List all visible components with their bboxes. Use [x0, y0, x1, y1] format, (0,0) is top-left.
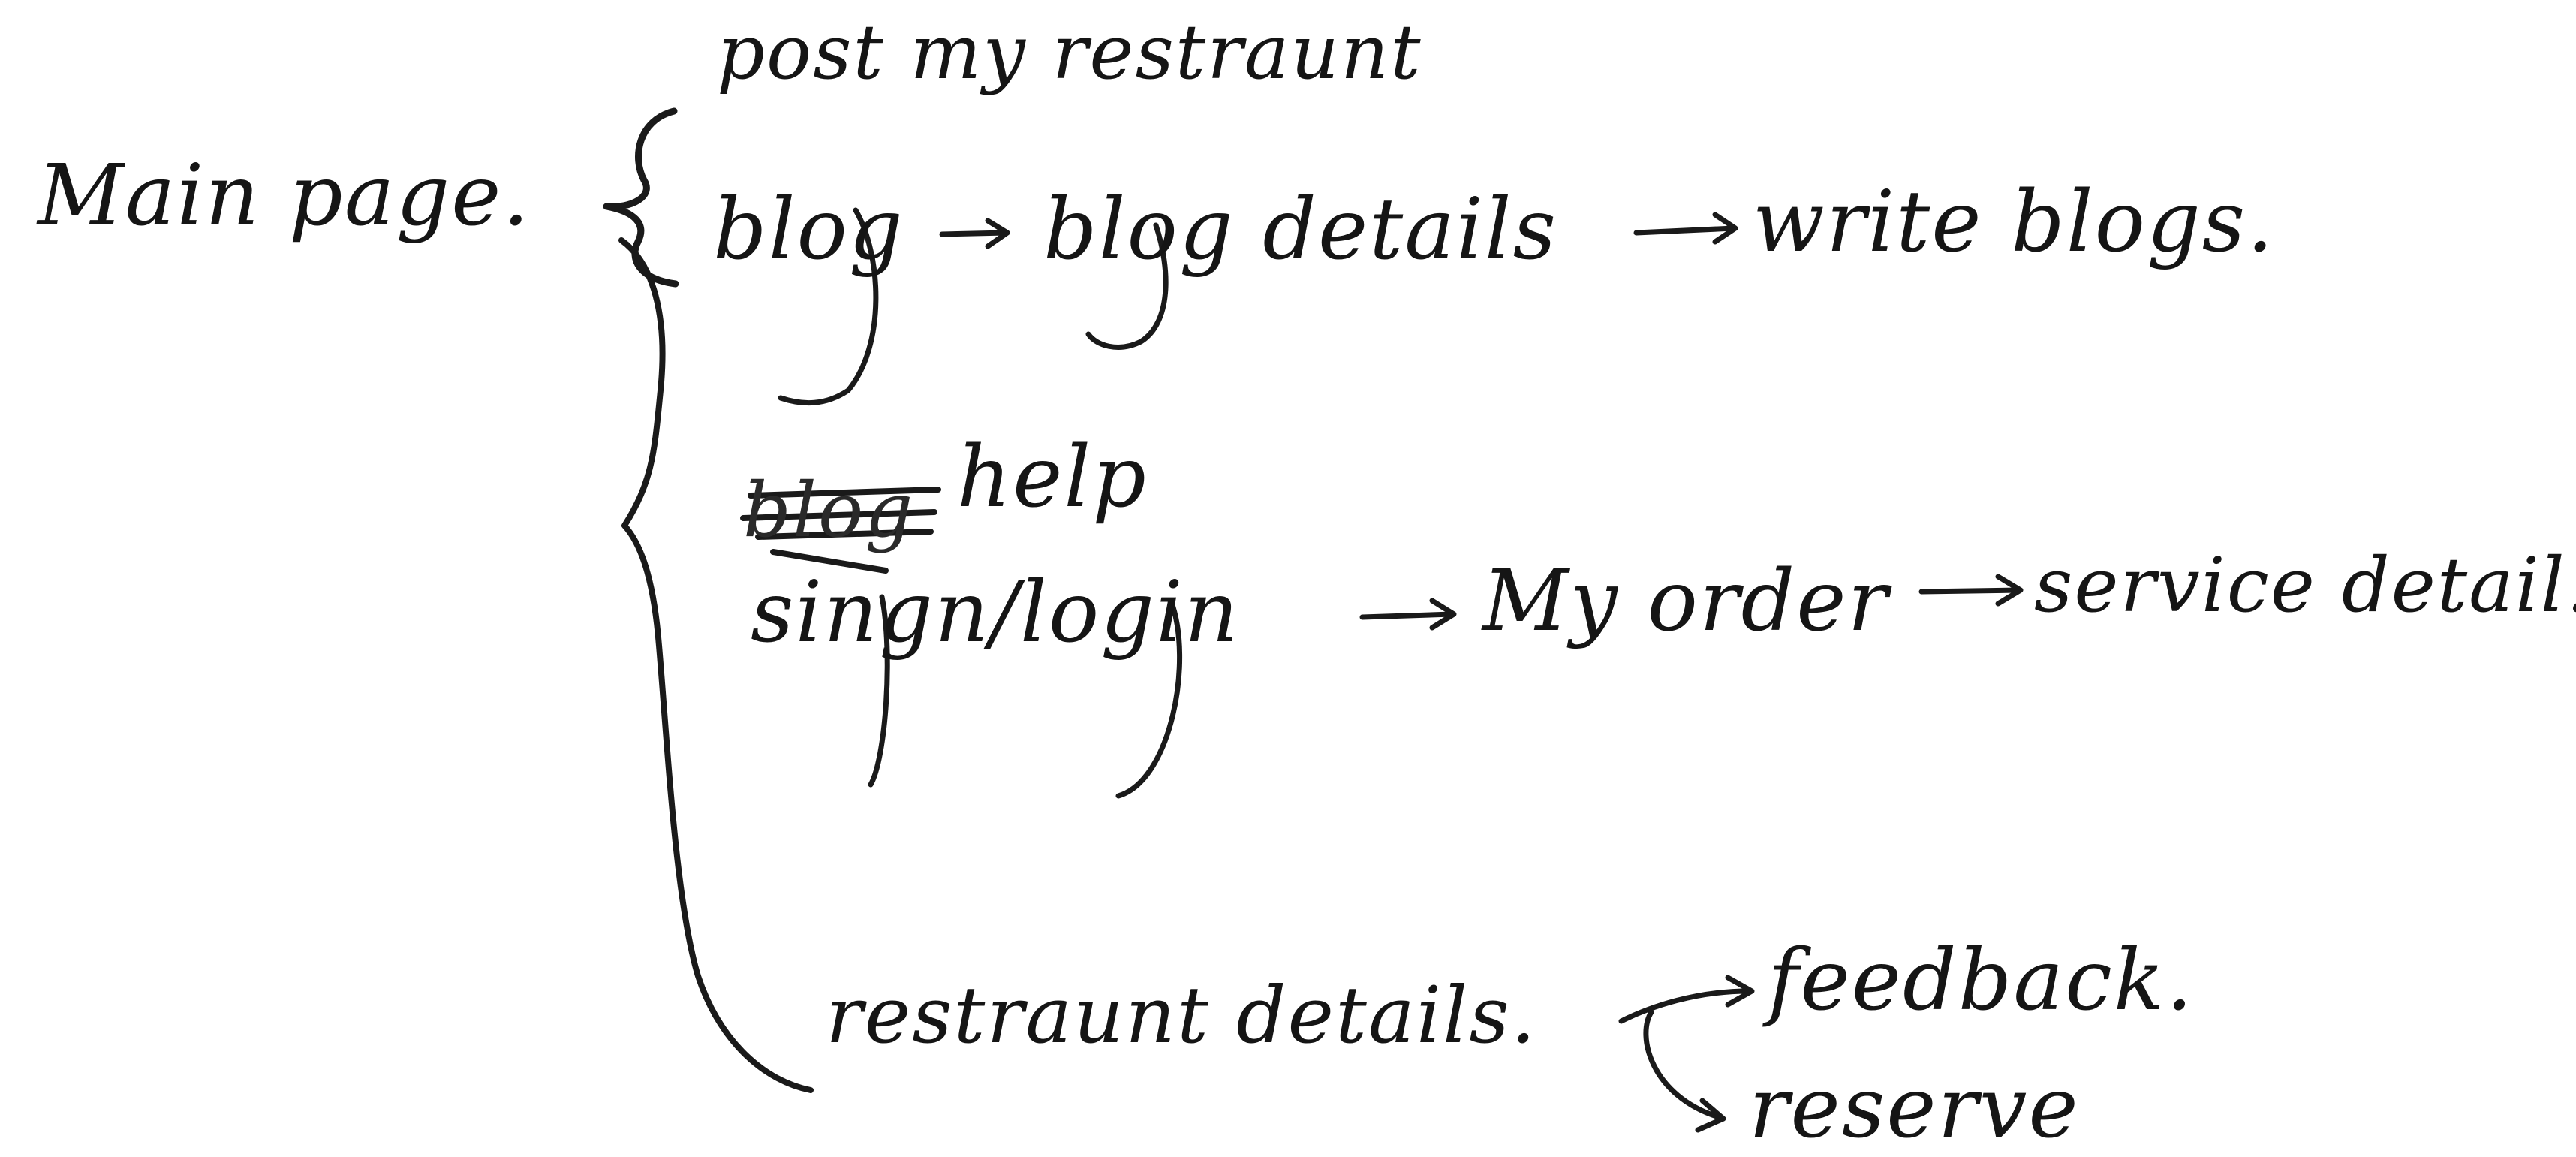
node-blog-details: blog details — [1043, 181, 1558, 279]
arrow-blog-to-details — [939, 230, 1009, 237]
arrow-details-to-write — [1633, 225, 1737, 236]
root-node-main-page: Main page. — [38, 147, 531, 245]
node-service-detail: service detail. — [2034, 541, 2576, 629]
children-bracket — [618, 237, 814, 1093]
node-feedback: feedback. — [1768, 932, 2195, 1029]
struck-out-word: blog — [743, 466, 915, 554]
node-post-my-restraunt: post my restraunt — [717, 8, 1422, 96]
arrow-login-to-order — [1359, 611, 1455, 620]
node-blog: blog — [713, 181, 904, 279]
node-restraunt-details: restraunt details. — [826, 969, 1537, 1061]
node-singn-login: singn/login — [751, 564, 1240, 661]
node-my-order: My order — [1482, 553, 1890, 650]
arrow-order-to-service — [1918, 587, 2022, 595]
node-write-blogs: write blogs. — [1753, 173, 2275, 271]
arrow-details-to-reserve — [1643, 1009, 1722, 1120]
node-reserve: reserve — [1749, 1059, 2080, 1157]
node-help: help — [957, 429, 1148, 526]
